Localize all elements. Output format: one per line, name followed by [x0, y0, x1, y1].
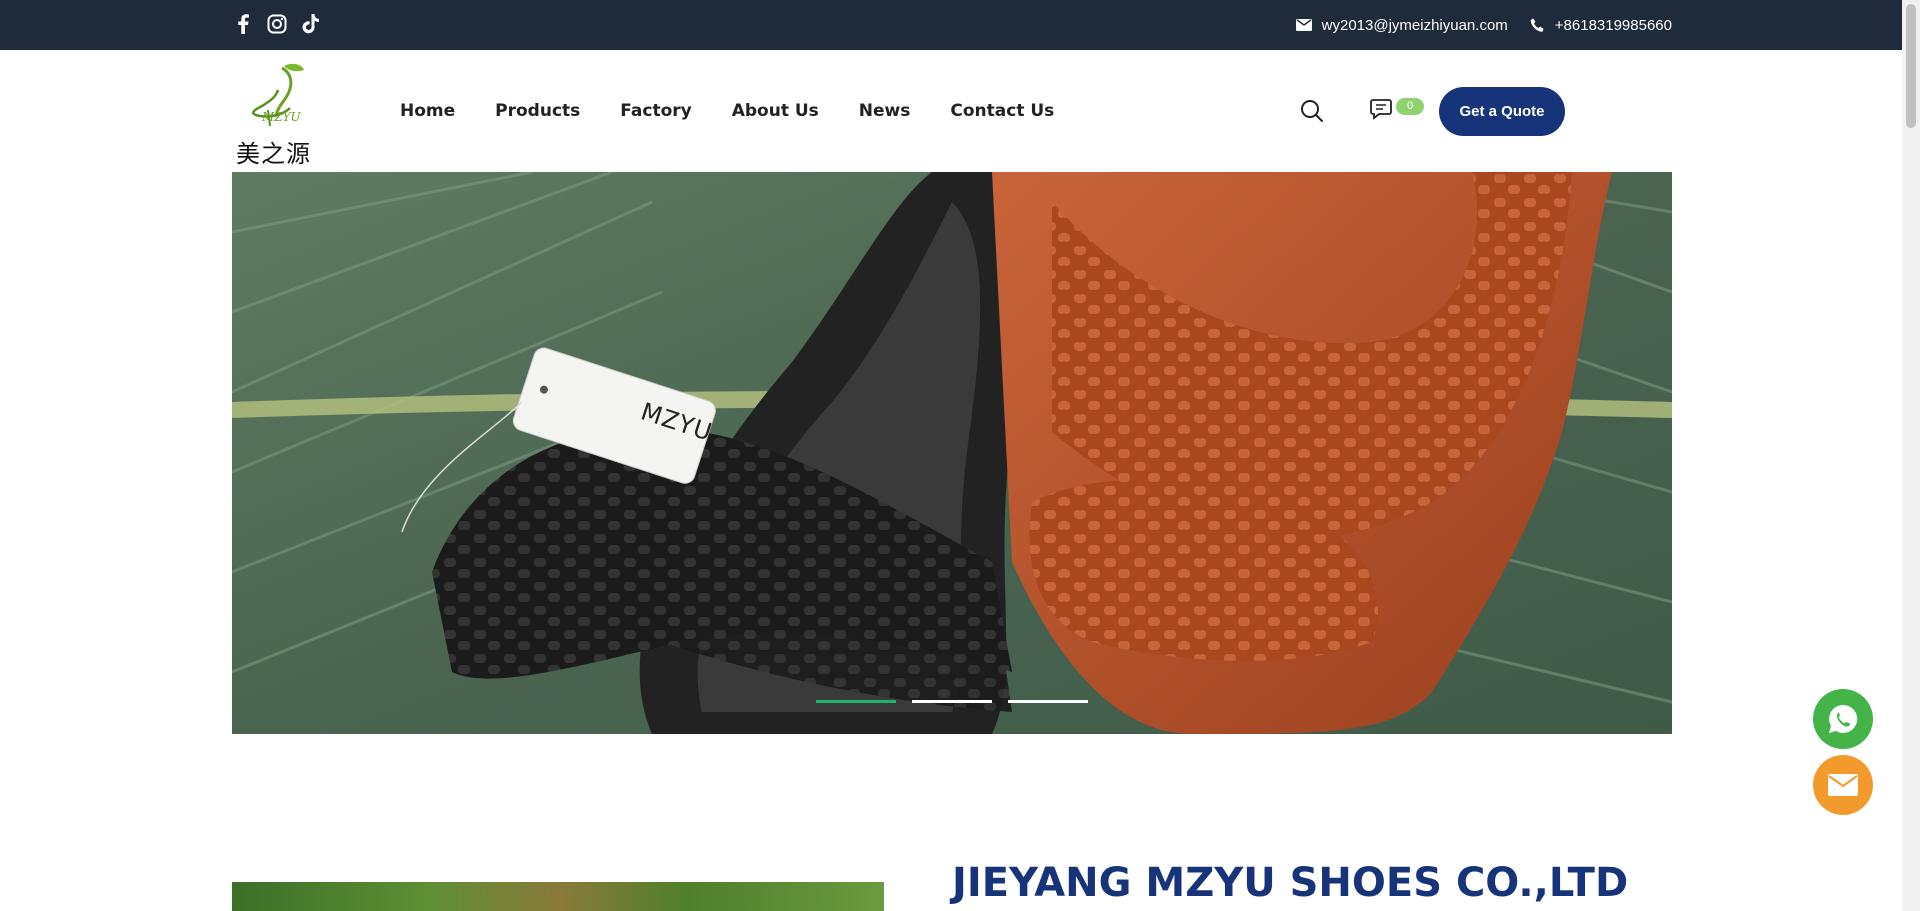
nav-news[interactable]: News — [859, 101, 911, 121]
contact-info: wy2013@jymeizhiyuan.com +8618319985660 — [1295, 0, 1672, 50]
slider-pagination — [816, 700, 1088, 703]
facebook-icon[interactable] — [232, 13, 254, 35]
main-nav: Home Products Factory About Us News Cont… — [400, 50, 1054, 172]
logo-text-en: MZYU — [262, 110, 301, 124]
company-title: JIEYANG MZYU SHOES CO.,LTD — [952, 860, 1629, 906]
slider-dot-2[interactable] — [912, 700, 992, 703]
nav-products[interactable]: Products — [495, 101, 580, 121]
header: MZYU 美之源 Home Products Factory About Us … — [0, 50, 1920, 172]
banner-image — [232, 172, 1672, 734]
email-text: wy2013@jymeizhiyuan.com — [1321, 16, 1508, 34]
slider-dot-1[interactable] — [816, 700, 896, 703]
get-a-quote-button[interactable]: Get a Quote — [1439, 87, 1565, 136]
phone-icon — [1530, 18, 1544, 32]
nav-contact-us[interactable]: Contact Us — [950, 101, 1054, 121]
logo[interactable]: MZYU 美之源 — [232, 60, 328, 168]
message-count-badge: 0 — [1396, 98, 1424, 115]
top-bar: wy2013@jymeizhiyuan.com +8618319985660 — [0, 0, 1920, 50]
scrollbar-thumb[interactable] — [1906, 4, 1916, 128]
nav-about-us[interactable]: About Us — [732, 101, 819, 121]
page: wy2013@jymeizhiyuan.com +8618319985660 M… — [0, 0, 1920, 911]
tiktok-icon[interactable] — [300, 13, 322, 35]
search-button[interactable] — [1299, 98, 1325, 124]
envelope-icon — [1828, 774, 1858, 796]
whatsapp-button[interactable] — [1813, 689, 1873, 749]
phone-link[interactable]: +8618319985660 — [1530, 17, 1672, 34]
message-button[interactable] — [1370, 98, 1394, 122]
nav-factory[interactable]: Factory — [620, 101, 691, 121]
chat-icon — [1370, 99, 1392, 120]
company-image — [232, 882, 884, 911]
page-scrollbar[interactable] — [1902, 0, 1920, 911]
logo-text-cn: 美之源 — [236, 140, 311, 168]
social-links — [232, 13, 322, 35]
instagram-icon[interactable] — [266, 13, 288, 35]
email-float-button[interactable] — [1813, 755, 1873, 815]
phone-text: +8618319985660 — [1554, 16, 1672, 34]
search-icon — [1301, 100, 1323, 122]
email-link[interactable]: wy2013@jymeizhiyuan.com — [1295, 16, 1508, 34]
mail-icon — [1295, 19, 1312, 31]
hero-banner: MZYU — [232, 172, 1672, 734]
whatsapp-icon — [1829, 704, 1858, 733]
slider-dot-3[interactable] — [1008, 700, 1088, 703]
nav-home[interactable]: Home — [400, 101, 455, 121]
